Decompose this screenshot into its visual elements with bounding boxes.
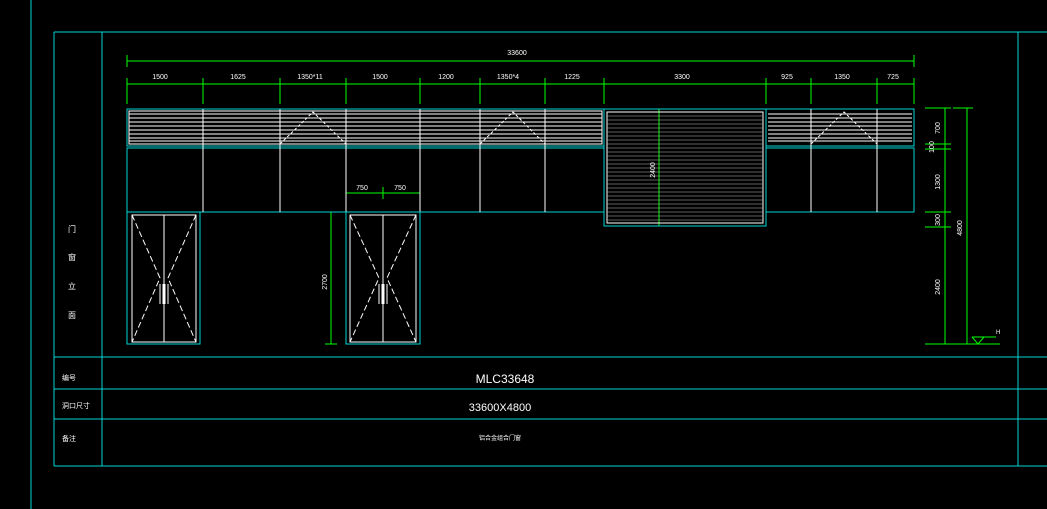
dimension-texts: 33600 1500 1625 1350*11 1500 1200 1350*4… — [152, 50, 1000, 336]
side-label-char-4: 面 — [68, 311, 76, 320]
row2-value: 33600X4800 — [469, 402, 531, 414]
row3-label: 备注 — [62, 434, 76, 443]
cad-drawing: 门 窗 立 面 编号 MLC33648 洞口尺寸 33600X4800 备注 铝… — [30, 0, 1047, 509]
dim-1: 1500 — [152, 74, 168, 81]
right-dim-3: 1300 — [935, 174, 942, 190]
dim-10: 1350 — [834, 74, 850, 81]
dim-7: 1225 — [564, 74, 580, 81]
door-height: 2700 — [322, 274, 329, 290]
dim-11: 725 — [887, 74, 899, 81]
row2-label: 洞口尺寸 — [62, 401, 90, 410]
elevation-geometry — [126, 108, 915, 345]
side-label-char-1: 门 — [68, 224, 76, 234]
shutter-slats — [607, 115, 763, 221]
dim-2: 1625 — [230, 74, 246, 81]
side-label-char-2: 窗 — [68, 252, 76, 262]
door-dim-2: 750 — [394, 185, 406, 192]
right-dim-1: 700 — [935, 122, 942, 134]
dim-6: 1350*4 — [497, 74, 519, 81]
door-dim-1: 750 — [356, 185, 368, 192]
right-dim-5: 2400 — [935, 279, 942, 295]
total-height: 4800 — [957, 220, 964, 236]
dim-4: 1500 — [372, 74, 388, 81]
right-dim-4: 300 — [935, 214, 942, 226]
row1-label: 编号 — [62, 373, 76, 382]
schedule-table: 编号 MLC33648 洞口尺寸 33600X4800 备注 铝合金组合门窗 — [62, 372, 535, 443]
row1-value: MLC33648 — [476, 372, 535, 386]
dim-3: 1350*11 — [297, 74, 323, 81]
dimension-lines — [126, 55, 1000, 345]
level-mark: H — [996, 330, 1000, 336]
overall-width: 33600 — [507, 50, 527, 57]
dim-8: 3300 — [674, 74, 690, 81]
right-dim-2: 100 — [929, 141, 936, 153]
dim-5: 1200 — [438, 74, 454, 81]
row3-value: 铝合金组合门窗 — [479, 434, 521, 442]
shutter-height: 2400 — [650, 162, 657, 178]
side-label-char-3: 立 — [68, 281, 76, 291]
dim-9: 925 — [781, 74, 793, 81]
side-label: 门 窗 立 面 — [68, 224, 76, 320]
